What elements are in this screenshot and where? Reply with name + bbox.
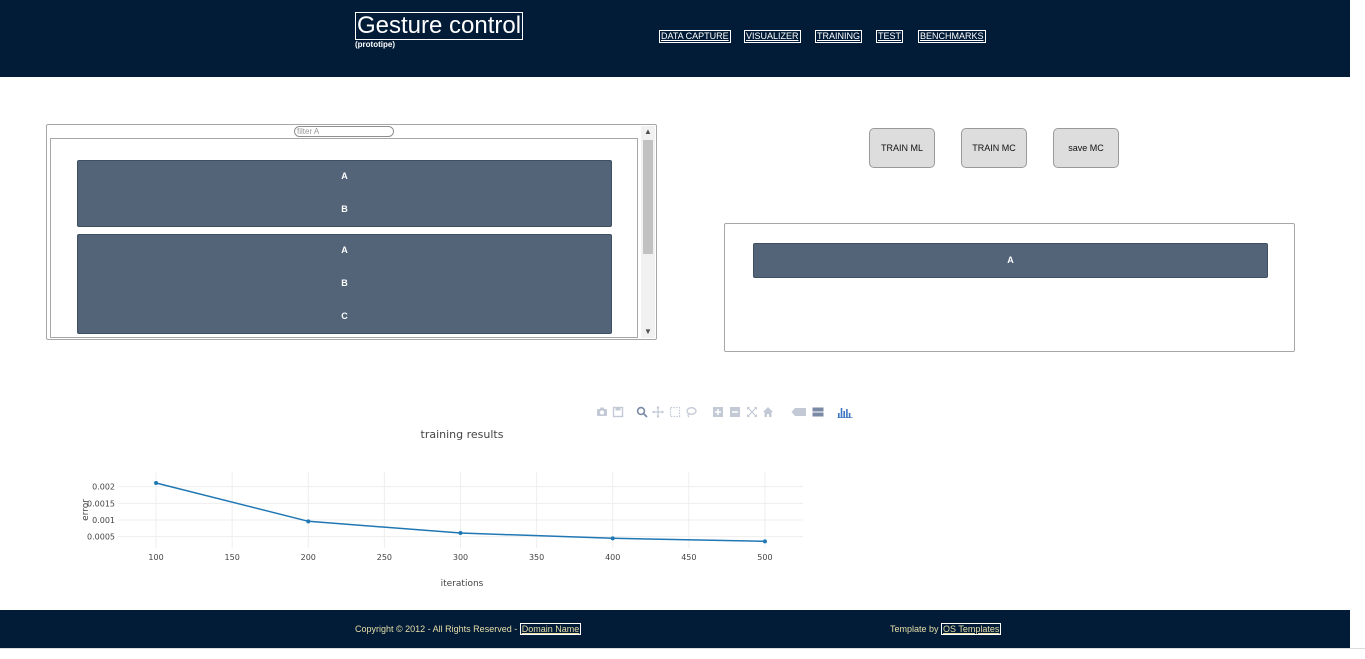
y-tick-label: 0.001 (92, 516, 115, 525)
autoscale-icon[interactable] (746, 406, 758, 418)
gesture-list: A B A B C (50, 138, 638, 338)
nav-training[interactable]: TRAINING (815, 30, 863, 43)
train-mc-button[interactable]: TRAIN MC (961, 128, 1027, 168)
train-ml-button[interactable]: TRAIN ML (869, 128, 935, 168)
x-tick-label: 400 (605, 553, 620, 562)
y-tick-label: 0.0015 (87, 499, 115, 508)
chart-y-label: error (81, 499, 91, 521)
footer-template: Template by OS Templates (890, 623, 1002, 635)
gesture-group-card[interactable]: A B C (77, 234, 612, 334)
save-mc-button[interactable]: save MC (1053, 128, 1119, 168)
save-icon[interactable] (612, 406, 624, 418)
scroll-up-icon[interactable]: ▲ (641, 126, 655, 138)
list-item[interactable]: B (78, 204, 611, 214)
box-select-icon[interactable] (669, 406, 681, 418)
y-tick-label: 0.0005 (87, 533, 115, 542)
results-panel: A (724, 223, 1295, 352)
chart-title: training results (421, 428, 504, 441)
site-header: Gesture control (prototipe) DATA CAPTURE… (0, 0, 1350, 77)
zoom-out-icon[interactable] (729, 406, 741, 418)
list-scrollbar[interactable]: ▲ ▼ (641, 126, 655, 338)
chart-data-point[interactable] (154, 481, 159, 485)
x-tick-label: 150 (225, 553, 240, 562)
nav-benchmarks[interactable]: BENCHMARKS (918, 30, 986, 43)
site-subtitle: (prototipe) (355, 40, 395, 49)
filter-input[interactable] (294, 126, 394, 137)
list-item[interactable]: C (78, 311, 611, 321)
scroll-down-icon[interactable]: ▼ (641, 326, 655, 338)
lasso-icon[interactable] (685, 406, 697, 418)
x-tick-label: 450 (681, 553, 696, 562)
reset-axes-icon[interactable] (762, 406, 774, 418)
pan-icon[interactable] (652, 406, 664, 418)
chart-x-label: iterations (441, 579, 484, 589)
site-footer: Copyright © 2012 - All Rights Reserved -… (0, 610, 1350, 648)
os-templates-link[interactable]: OS Templates (941, 623, 1002, 635)
nav-visualizer[interactable]: VISUALIZER (744, 30, 801, 43)
spike-lines-icon[interactable] (791, 406, 807, 418)
x-tick-label: 350 (529, 553, 544, 562)
scroll-thumb[interactable] (643, 140, 653, 254)
list-item[interactable]: A (78, 245, 611, 255)
x-tick-label: 500 (757, 553, 772, 562)
list-item[interactable]: B (78, 278, 611, 288)
camera-icon[interactable] (596, 406, 608, 418)
window-bottom-strip (0, 648, 1365, 659)
plotly-logo-icon[interactable] (837, 406, 853, 418)
x-tick-label: 250 (377, 553, 392, 562)
zoom-in-icon[interactable] (712, 406, 724, 418)
chart-grid (118, 472, 803, 548)
site-title[interactable]: Gesture control (355, 12, 524, 40)
template-by-text: Template by (890, 624, 939, 634)
chart-data-point[interactable] (762, 539, 767, 544)
training-results-chart[interactable]: training results 100 150 200 250 300 350 400 45… (0, 420, 860, 600)
copyright-text: Copyright © 2012 - All Rights Reserved - (355, 624, 518, 634)
y-tick-label: 0.002 (92, 483, 115, 492)
chart-data-point[interactable] (306, 519, 311, 524)
nav-test[interactable]: TEST (876, 30, 904, 43)
nav-data-capture[interactable]: DATA CAPTURE (659, 30, 731, 43)
compare-hover-icon[interactable] (812, 406, 824, 418)
list-item[interactable]: A (78, 171, 611, 181)
gesture-list-panel: A B A B C ▲ ▼ (46, 124, 657, 340)
chart-data-point[interactable] (458, 531, 463, 535)
x-tick-label: 200 (301, 553, 316, 562)
result-item[interactable]: A (753, 243, 1268, 278)
chart-y-ticks: 0.0005 0.001 0.0015 0.002 (87, 483, 115, 542)
gesture-group-card[interactable]: A B (77, 160, 612, 227)
page: Gesture control (prototipe) DATA CAPTURE… (0, 0, 1365, 659)
page-scrollbar[interactable] (1350, 0, 1365, 648)
zoom-icon[interactable] (636, 406, 648, 418)
chart-data-point[interactable] (610, 536, 615, 541)
x-tick-label: 100 (148, 553, 163, 562)
x-tick-label: 300 (453, 553, 468, 562)
footer-copyright: Copyright © 2012 - All Rights Reserved -… (355, 623, 582, 635)
chart-x-ticks: 100 150 200 250 300 350 400 450 500 (148, 553, 772, 562)
domain-name-link[interactable]: Domain Name (519, 623, 582, 635)
